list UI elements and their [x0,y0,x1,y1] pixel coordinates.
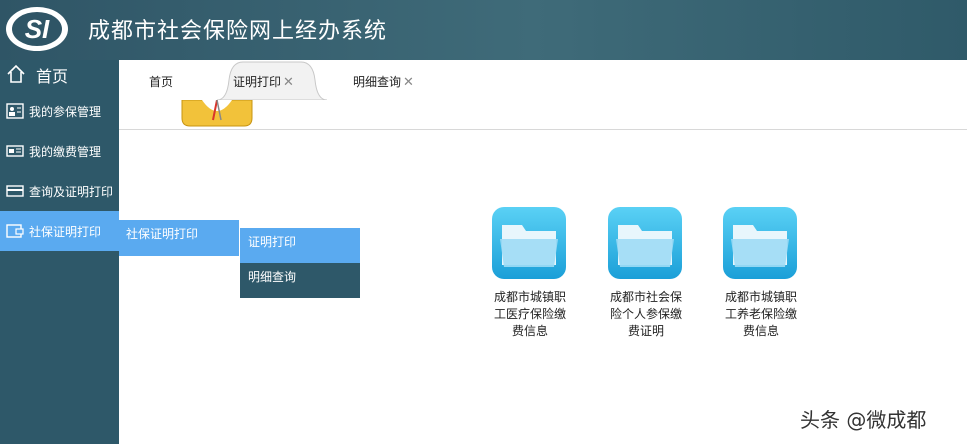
home-icon [7,64,25,83]
sidebar-item-payment-management[interactable]: 我的缴费管理 [0,131,119,171]
close-icon[interactable]: ✕ [283,75,294,90]
submenu-item-label: 证明打印 [248,235,297,249]
sidebar-item-query-print[interactable]: 查询及证明打印 [0,171,119,211]
folder-icon [723,207,797,279]
submenu-item-detail-query[interactable]: 明细查询 [240,263,360,298]
folder-label: 成都市社会保 险个人参保缴 费证明 [609,290,682,338]
tab-label: 证明打印 [233,75,282,89]
svg-text:SI: SI [25,14,50,44]
tab-home[interactable]: 首页 [149,73,173,90]
gauge-icon [181,100,253,127]
tab-detail-query[interactable]: 明细查询 ✕ [353,73,414,90]
submenu-item-certificate-print[interactable]: 证明打印 [240,228,360,263]
folder-icon [608,207,682,279]
sidebar-item-insurance-management[interactable]: 我的参保管理 [0,91,119,131]
sidebar-home-label: 首页 [36,67,69,86]
sidebar-item-label: 查询及证明打印 [29,185,114,199]
tab-bar: 首页 证明打印 ✕ 明细查询 ✕ [119,60,967,100]
credit-card-icon [6,185,24,197]
sidebar-item-label: 我的缴费管理 [29,145,102,159]
sidebar-home[interactable]: 首页 [0,60,119,90]
si-logo-icon: SI [6,7,68,51]
submenu-item-label: 明细查询 [248,270,297,284]
sidebar-item-label: 我的参保管理 [29,105,102,119]
content-divider [119,129,967,130]
tab-label: 首页 [149,75,174,89]
system-title: 成都市社会保险网上经办系统 [88,19,388,44]
submenu-level2: 证明打印 明细查询 [240,228,360,298]
app-header: SI 成都市社会保险网上经办系统 [0,0,967,60]
sidebar-item-label: 社保证明打印 [29,225,102,239]
watermark-text: 头条 @微成都 [800,408,927,432]
sidebar: 首页 我的参保管理 我的缴费管理 查询及证明打印 社保证明打印 [0,60,119,444]
wallet-icon [6,224,24,238]
close-icon[interactable]: ✕ [403,75,414,90]
folder-icon [492,207,566,279]
folder-label: 成都市城镇职 工养老保险缴 费信息 [724,290,797,338]
id-card-icon [6,103,24,119]
folder-label: 成都市城镇职 工医疗保险缴 费信息 [493,290,566,338]
tab-certificate-print[interactable]: 证明打印 ✕ [233,73,294,90]
payment-card-icon [6,145,24,157]
submenu-label: 社保证明打印 [126,227,199,241]
tab-label: 明细查询 [353,75,402,89]
submenu-certificate-print[interactable]: 社保证明打印 [119,220,239,256]
sidebar-item-certificate-print[interactable]: 社保证明打印 [0,211,119,251]
